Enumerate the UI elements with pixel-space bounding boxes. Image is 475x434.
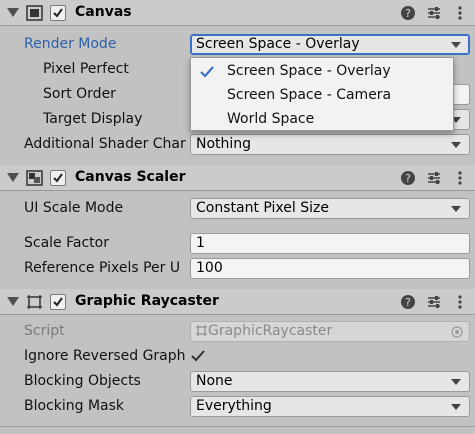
more-options-icon[interactable] xyxy=(452,5,468,21)
selected-check-icon xyxy=(200,66,214,78)
script-icon xyxy=(196,325,207,336)
ignore-reversed-checkbox[interactable] xyxy=(190,348,206,364)
blocking-mask-dropdown[interactable]: Everything xyxy=(190,396,470,417)
target-display-label: Target Display xyxy=(43,111,143,127)
ui-scale-mode-value: Constant Pixel Size xyxy=(196,200,329,216)
fold-arrow-icon[interactable] xyxy=(7,297,19,306)
svg-text:?: ? xyxy=(405,172,411,185)
canvas-scaler-icon xyxy=(26,170,43,186)
canvas-icon xyxy=(26,5,43,21)
canvas-enabled-checkbox[interactable] xyxy=(50,5,66,21)
additional-shader-label: Additional Shader Char xyxy=(24,136,186,152)
presets-icon[interactable] xyxy=(426,5,442,21)
scale-factor-value: 1 xyxy=(196,235,205,251)
render-mode-option-overlay[interactable]: Screen Space - Overlay xyxy=(227,63,391,79)
sort-order-label: Sort Order xyxy=(43,86,116,102)
help-icon[interactable]: ? xyxy=(400,170,416,186)
blocking-objects-value: None xyxy=(196,373,233,389)
scale-factor-field[interactable]: 1 xyxy=(190,233,470,254)
ui-scale-mode-dropdown[interactable]: Constant Pixel Size xyxy=(190,198,470,219)
render-mode-option-camera[interactable]: Screen Space - Camera xyxy=(227,87,391,103)
more-options-icon[interactable] xyxy=(452,294,468,310)
canvas-component-header[interactable]: Canvas ? xyxy=(0,0,475,26)
dropdown-arrow-icon xyxy=(451,404,461,410)
render-mode-option-world[interactable]: World Space xyxy=(227,111,314,127)
dropdown-arrow-icon xyxy=(451,206,461,212)
help-icon[interactable]: ? xyxy=(400,294,416,310)
object-picker-icon xyxy=(451,326,463,338)
canvas-scaler-enabled-checkbox[interactable] xyxy=(50,170,66,186)
presets-icon[interactable] xyxy=(426,294,442,310)
render-mode-value: Screen Space - Overlay xyxy=(196,36,360,52)
ignore-reversed-label: Ignore Reversed Graph xyxy=(24,348,186,364)
pixel-perfect-label: Pixel Perfect xyxy=(43,61,129,77)
reference-pixels-field[interactable]: 100 xyxy=(190,258,470,279)
dropdown-arrow-icon xyxy=(451,379,461,385)
canvas-scaler-title: Canvas Scaler xyxy=(75,169,186,185)
ui-scale-mode-label: UI Scale Mode xyxy=(24,200,124,216)
script-label: Script xyxy=(24,323,65,339)
canvas-scaler-header[interactable]: Canvas Scaler ? xyxy=(0,165,475,191)
render-mode-dropdown[interactable]: Screen Space - Overlay xyxy=(190,34,470,55)
svg-text:?: ? xyxy=(405,7,411,20)
fold-arrow-icon[interactable] xyxy=(7,8,19,17)
graphic-raycaster-icon xyxy=(27,295,42,309)
blocking-mask-value: Everything xyxy=(196,398,272,414)
dropdown-arrow-icon xyxy=(451,142,461,148)
help-icon[interactable]: ? xyxy=(400,5,416,21)
svg-text:?: ? xyxy=(405,296,411,309)
additional-shader-dropdown[interactable]: Nothing xyxy=(190,134,470,155)
presets-icon[interactable] xyxy=(426,170,442,186)
checkmark-icon xyxy=(53,173,63,183)
additional-shader-value: Nothing xyxy=(196,136,252,152)
fold-arrow-icon[interactable] xyxy=(7,173,19,182)
canvas-title: Canvas xyxy=(75,4,132,20)
script-value: GraphicRaycaster xyxy=(208,323,333,339)
reference-pixels-label: Reference Pixels Per U xyxy=(24,260,181,276)
blocking-mask-label: Blocking Mask xyxy=(24,398,125,414)
more-options-icon[interactable] xyxy=(452,170,468,186)
blocking-objects-dropdown[interactable]: None xyxy=(190,371,470,392)
checkmark-icon xyxy=(53,8,63,18)
reference-pixels-value: 100 xyxy=(196,260,223,276)
dropdown-arrow-icon xyxy=(451,42,461,48)
graphic-raycaster-title: Graphic Raycaster xyxy=(75,293,219,309)
scale-factor-label: Scale Factor xyxy=(24,235,109,251)
script-field: GraphicRaycaster xyxy=(190,321,470,342)
graphic-raycaster-header[interactable]: Graphic Raycaster ? xyxy=(0,289,475,315)
bottom-divider xyxy=(0,426,475,427)
render-mode-label: Render Mode xyxy=(24,36,117,52)
graphic-raycaster-enabled-checkbox[interactable] xyxy=(50,294,66,310)
checkmark-icon xyxy=(53,297,63,307)
blocking-objects-label: Blocking Objects xyxy=(24,373,141,389)
render-mode-popup: Screen Space - Overlay Screen Space - Ca… xyxy=(190,57,454,131)
